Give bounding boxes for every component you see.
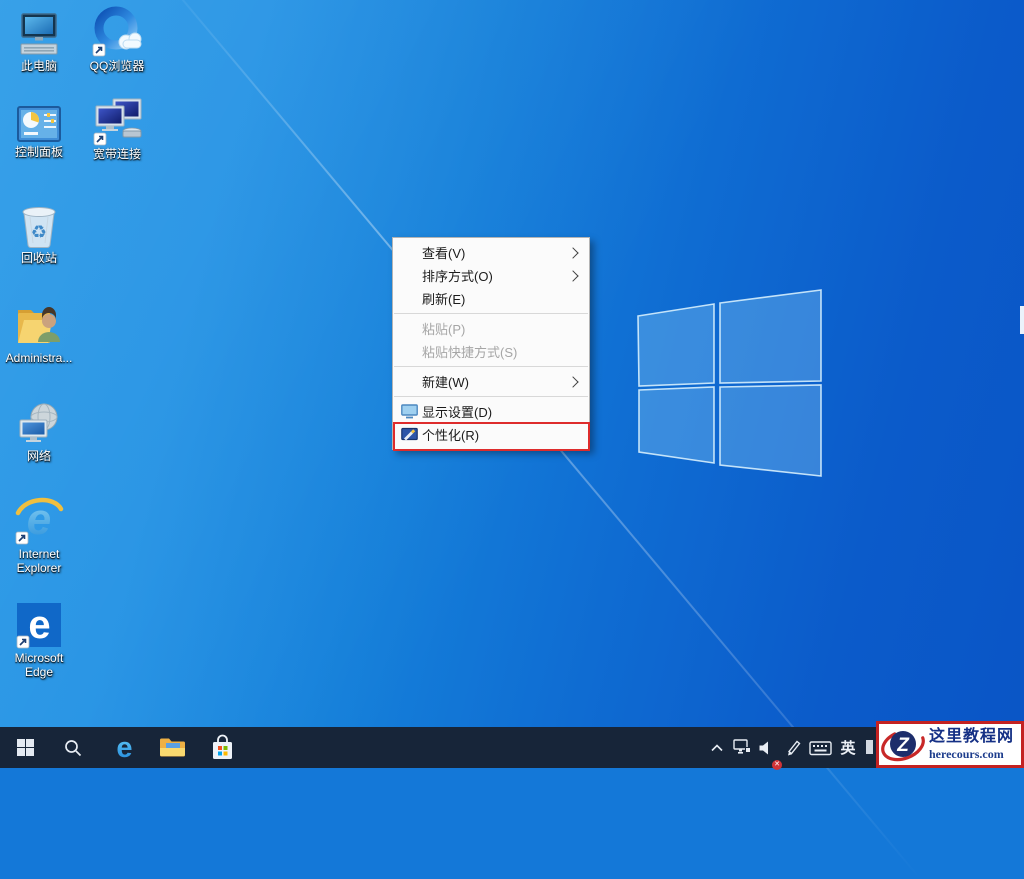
taskbar-store-button[interactable] — [208, 727, 236, 768]
file-explorer-icon — [159, 736, 186, 759]
internet-explorer-icon: e — [13, 494, 65, 546]
desktop-icon-label: Internet Explorer — [0, 547, 78, 575]
svg-text:Z: Z — [896, 735, 910, 756]
menu-item-refresh[interactable]: 刷新(E) — [393, 287, 589, 310]
tray-show-hidden-icons[interactable] — [706, 727, 728, 768]
submenu-arrow-icon — [567, 376, 578, 387]
menu-item-display-settings[interactable]: 显示设置(D) — [393, 400, 589, 423]
network-icon — [16, 402, 62, 448]
tray-partial-icon — [866, 740, 873, 754]
user-folder-icon — [14, 302, 64, 350]
submenu-arrow-icon — [567, 270, 578, 281]
site-watermark: Z 这里教程网 herecours.com — [876, 721, 1024, 768]
edge-icon: e — [111, 734, 138, 761]
tray-network-button[interactable] — [730, 727, 754, 768]
desktop-icon-label: Administra... — [6, 351, 73, 365]
desktop-icon-label: QQ浏览器 — [90, 59, 145, 73]
desktop-icon-this-pc[interactable]: 此电脑 — [0, 8, 78, 73]
shortcut-arrow-badge — [17, 636, 29, 648]
menu-separator — [394, 313, 588, 314]
watermark-site-url: herecours.com — [929, 748, 1014, 760]
svg-text:e: e — [28, 603, 50, 647]
menu-item-personalize[interactable]: 个性化(R) — [393, 423, 589, 446]
windows-logo — [630, 283, 830, 483]
menu-item-new[interactable]: 新建(W) — [393, 370, 589, 393]
desktop-icon-label: 此电脑 — [21, 59, 57, 73]
windows-start-icon — [17, 739, 34, 756]
watermark-site-name: 这里教程网 — [929, 729, 1014, 745]
desktop-icon-broadband[interactable]: 宽带连接 — [78, 98, 156, 161]
broadband-connection-icon — [90, 98, 144, 146]
menu-separator — [394, 396, 588, 397]
pen-icon — [785, 739, 802, 756]
tray-touch-keyboard-button[interactable] — [806, 727, 834, 768]
menu-item-sort-by[interactable]: 排序方式(O) — [393, 264, 589, 287]
svg-text:e: e — [116, 734, 132, 761]
svg-text:♻: ♻ — [31, 222, 47, 242]
desktop-icon-label: 宽带连接 — [93, 147, 141, 161]
search-icon — [64, 739, 82, 757]
taskbar-file-explorer-button[interactable] — [158, 727, 186, 768]
menu-item-paste: 粘贴(P) — [393, 317, 589, 340]
chevron-up-icon — [710, 743, 724, 753]
network-ethernet-icon — [733, 739, 752, 756]
desktop-icon-control-panel[interactable]: 控制面板 — [0, 102, 78, 159]
recycle-bin-icon: ♻ — [19, 204, 59, 250]
desktop-icon-qq-browser[interactable]: QQ浏览器 — [78, 3, 156, 73]
taskbar-edge-button[interactable]: e — [110, 727, 138, 768]
desktop-context-menu: 查看(V) 排序方式(O) 刷新(E) 粘贴(P) 粘贴快捷方式(S) 新建(W… — [392, 237, 590, 450]
desktop-icon-administrator[interactable]: Administra... — [0, 300, 78, 365]
control-panel-icon — [16, 106, 62, 144]
menu-item-view[interactable]: 查看(V) — [393, 241, 589, 264]
desktop-icon-label: 控制面板 — [15, 145, 63, 159]
submenu-arrow-icon — [567, 247, 578, 258]
desktop-icon-label: 网络 — [27, 449, 51, 463]
keyboard-icon — [809, 740, 832, 756]
menu-separator — [394, 366, 588, 367]
desktop-icon-recycle-bin[interactable]: ♻ 回收站 — [0, 203, 78, 265]
tray-volume-button[interactable]: ✕ — [754, 727, 778, 768]
this-pc-icon — [17, 12, 61, 58]
qq-browser-icon — [89, 4, 145, 58]
microsoft-store-icon — [210, 734, 235, 761]
microsoft-edge-icon: e — [14, 600, 64, 650]
menu-item-paste-shortcut: 粘贴快捷方式(S) — [393, 340, 589, 363]
shortcut-arrow-badge — [16, 532, 28, 544]
personalize-icon — [401, 427, 418, 442]
desktop-icon-label: Microsoft Edge — [0, 651, 78, 679]
tray-pen-button[interactable] — [781, 727, 805, 768]
search-button[interactable] — [60, 727, 86, 768]
start-button[interactable] — [10, 727, 40, 768]
screen-edge-artifact — [1020, 306, 1024, 334]
desktop-icon-network[interactable]: 网络 — [0, 400, 78, 463]
watermark-logo: Z — [880, 725, 926, 765]
desktop-icon-internet-explorer[interactable]: e Internet Explorer — [0, 492, 78, 575]
desktop-icon-microsoft-edge[interactable]: e Microsoft Edge — [0, 598, 78, 679]
display-settings-icon — [401, 404, 418, 419]
shortcut-arrow-badge — [93, 44, 105, 56]
desktop-icon-label: 回收站 — [21, 251, 57, 265]
speaker-icon — [758, 740, 774, 756]
shortcut-arrow-badge — [94, 133, 106, 145]
tray-language-indicator[interactable]: 英 — [836, 727, 860, 768]
